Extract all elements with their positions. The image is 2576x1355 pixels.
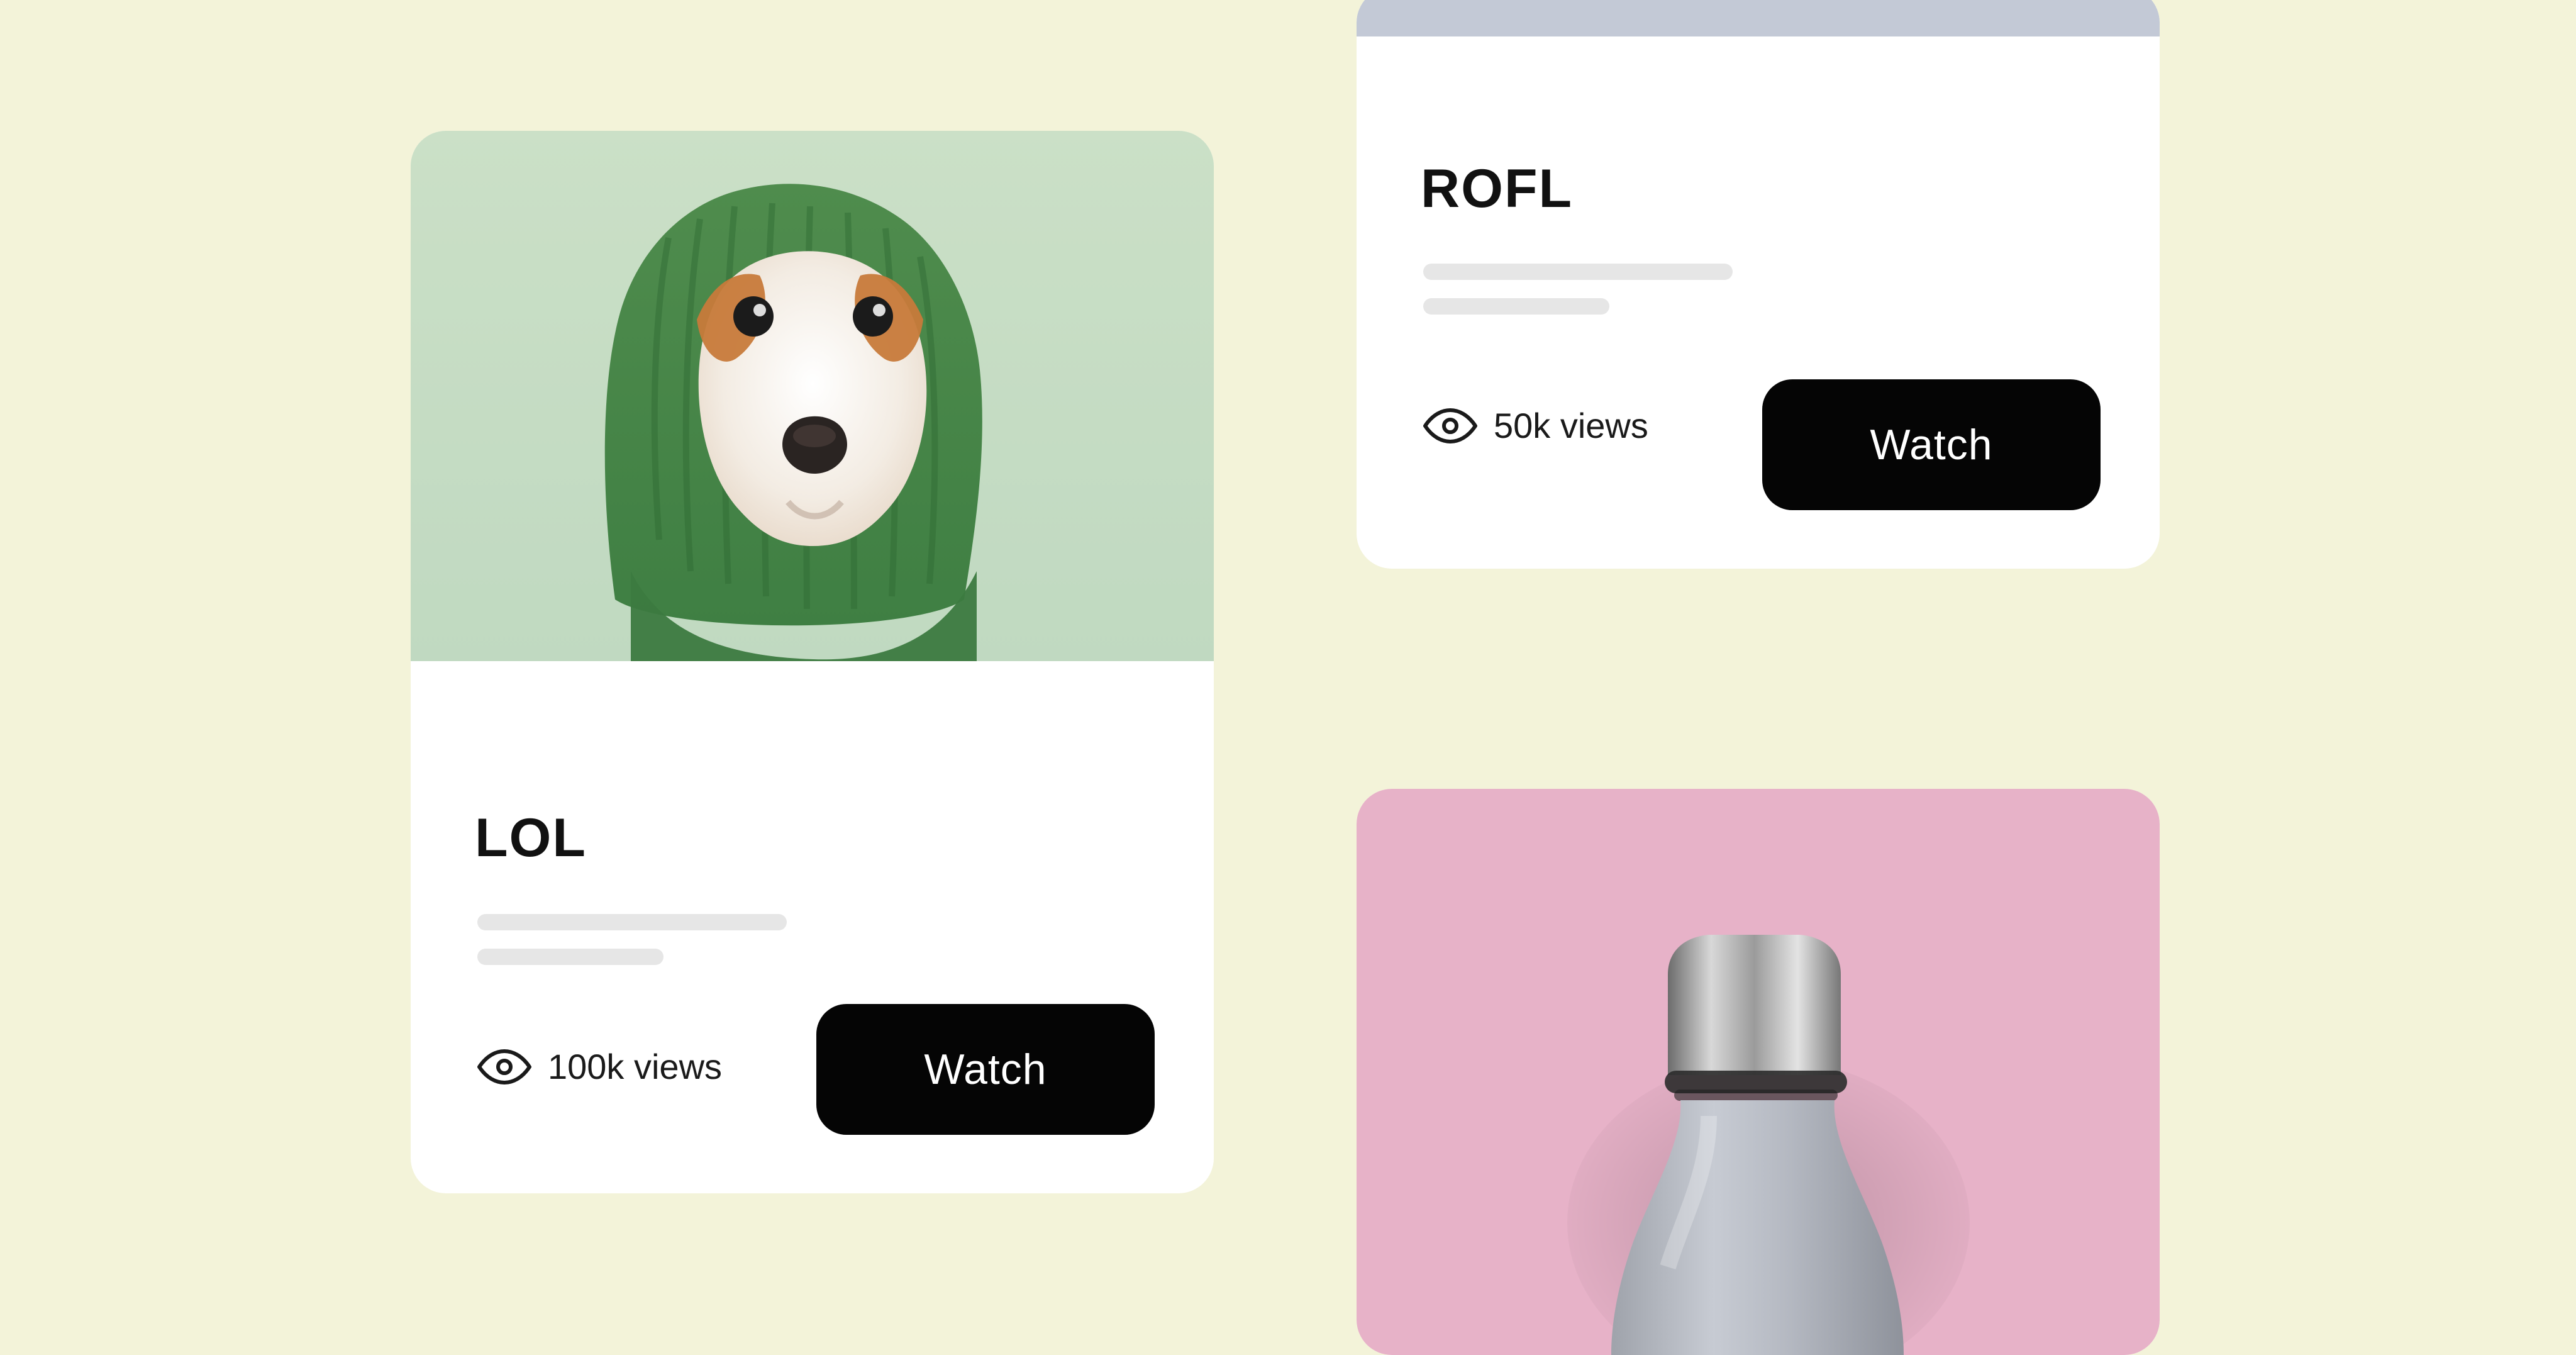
eye-icon (1423, 408, 1477, 443)
video-card-bottle (1357, 789, 2160, 1355)
watch-button[interactable]: Watch (816, 1004, 1155, 1135)
video-thumbnail[interactable] (1357, 789, 2160, 1355)
video-title: LOL (475, 808, 587, 868)
views-count: 50k views (1494, 406, 1648, 445)
video-title: ROFL (1421, 159, 1574, 219)
description-skeleton-line (477, 949, 663, 965)
views-count: 100k views (548, 1047, 723, 1086)
views-meta: 100k views (477, 1046, 722, 1087)
description-skeleton-line (1423, 298, 1609, 315)
eye-icon (477, 1049, 531, 1085)
video-card-lol: LOL 100k views Watch (411, 131, 1214, 1193)
video-card-rofl: ROFL 50k views Watch (1357, 0, 2160, 569)
description-skeleton-line (1423, 264, 1733, 280)
bottle-image (1567, 935, 1970, 1355)
description-skeleton-line (477, 914, 787, 930)
watch-button[interactable]: Watch (1762, 379, 2101, 510)
video-thumbnail[interactable] (411, 131, 1214, 661)
dog-in-green-knit-hood-image (411, 131, 1214, 661)
views-meta: 50k views (1423, 405, 1648, 446)
card-top-strip (1357, 0, 2160, 36)
